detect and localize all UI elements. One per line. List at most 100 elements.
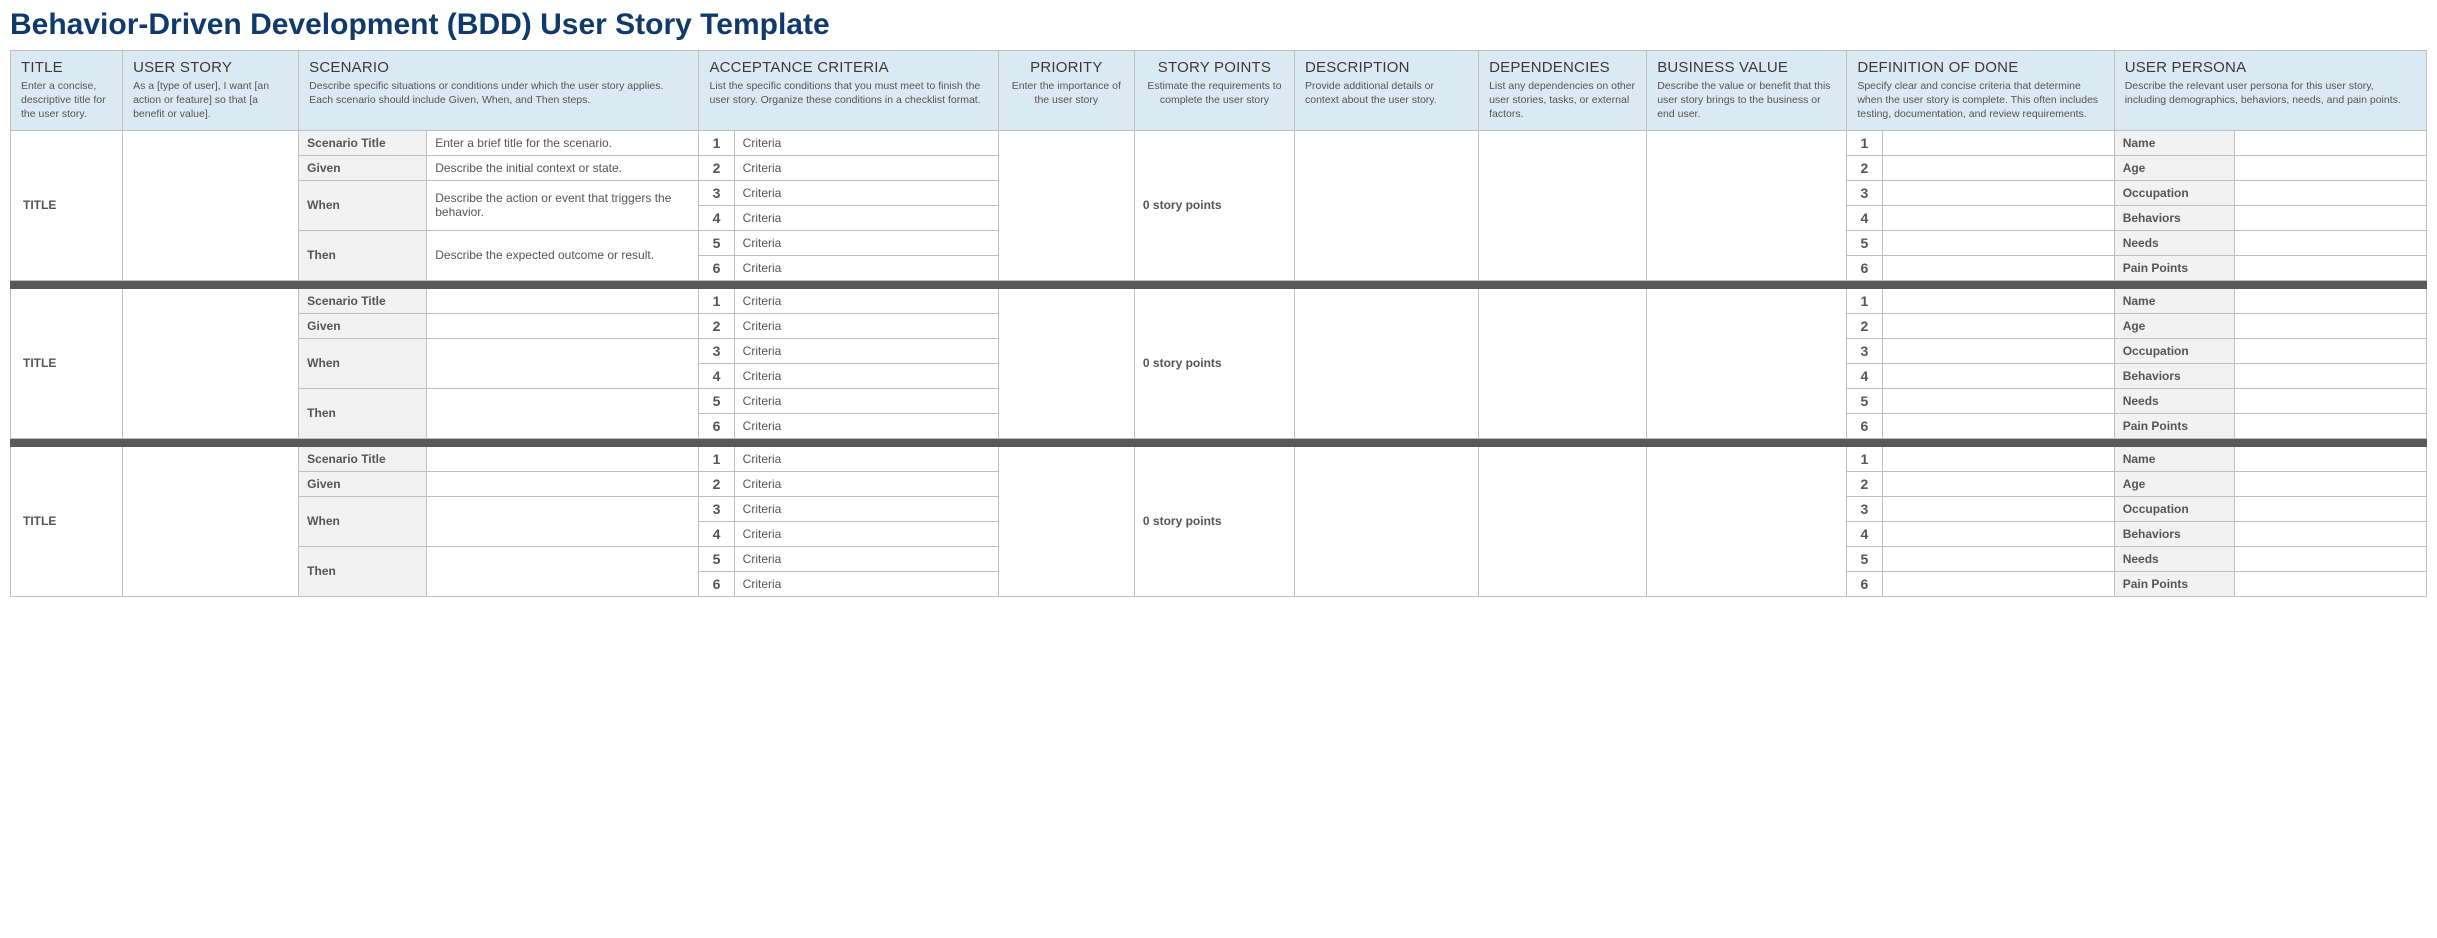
criteria-cell[interactable]: Criteria [734, 288, 998, 313]
dod-cell[interactable] [1882, 413, 2114, 438]
dod-cell[interactable] [1882, 521, 2114, 546]
persona-label: Age [2114, 155, 2234, 180]
criteria-cell[interactable]: Criteria [734, 313, 998, 338]
dependencies-cell[interactable] [1479, 446, 1647, 596]
criteria-cell[interactable]: Criteria [734, 546, 998, 571]
persona-value[interactable] [2234, 546, 2426, 571]
criteria-cell[interactable]: Criteria [734, 180, 998, 205]
persona-value[interactable] [2234, 521, 2426, 546]
criteria-cell[interactable]: Criteria [734, 446, 998, 471]
story-points-cell[interactable]: 0 story points [1134, 288, 1294, 438]
dod-cell[interactable] [1882, 230, 2114, 255]
criteria-cell[interactable]: Criteria [734, 338, 998, 363]
persona-value[interactable] [2234, 130, 2426, 155]
hdr-story-points: STORY POINTSEstimate the requirements to… [1134, 51, 1294, 131]
persona-label: Age [2114, 471, 2234, 496]
dod-cell[interactable] [1882, 180, 2114, 205]
criteria-number: 2 [699, 313, 734, 338]
criteria-cell[interactable]: Criteria [734, 230, 998, 255]
criteria-cell[interactable]: Criteria [734, 471, 998, 496]
priority-cell[interactable] [998, 130, 1134, 280]
user-story-cell[interactable] [123, 446, 299, 596]
scenario-desc[interactable]: Enter a brief title for the scenario. [427, 130, 699, 155]
persona-value[interactable] [2234, 205, 2426, 230]
persona-value[interactable] [2234, 338, 2426, 363]
business-value-cell[interactable] [1647, 130, 1847, 280]
dod-cell[interactable] [1882, 496, 2114, 521]
dod-cell[interactable] [1882, 130, 2114, 155]
criteria-cell[interactable]: Criteria [734, 571, 998, 596]
persona-value[interactable] [2234, 496, 2426, 521]
dod-cell[interactable] [1882, 446, 2114, 471]
criteria-cell[interactable]: Criteria [734, 413, 998, 438]
criteria-cell[interactable]: Criteria [734, 496, 998, 521]
dod-cell[interactable] [1882, 571, 2114, 596]
criteria-cell[interactable]: Criteria [734, 155, 998, 180]
scenario-desc[interactable]: Describe the initial context or state. [427, 155, 699, 180]
persona-value[interactable] [2234, 446, 2426, 471]
criteria-number: 4 [699, 205, 734, 230]
scenario-desc[interactable] [427, 288, 699, 313]
criteria-number: 3 [699, 496, 734, 521]
user-story-cell[interactable] [123, 288, 299, 438]
business-value-cell[interactable] [1647, 446, 1847, 596]
persona-value[interactable] [2234, 413, 2426, 438]
criteria-cell[interactable]: Criteria [734, 521, 998, 546]
persona-label: Behaviors [2114, 363, 2234, 388]
dependencies-cell[interactable] [1479, 288, 1647, 438]
description-cell[interactable] [1294, 288, 1478, 438]
hdr-business-value: BUSINESS VALUEDescribe the value or bene… [1647, 51, 1847, 131]
description-cell[interactable] [1294, 130, 1478, 280]
dod-number: 1 [1847, 288, 1882, 313]
persona-value[interactable] [2234, 571, 2426, 596]
persona-value[interactable] [2234, 288, 2426, 313]
persona-value[interactable] [2234, 180, 2426, 205]
dod-cell[interactable] [1882, 388, 2114, 413]
criteria-cell[interactable]: Criteria [734, 255, 998, 280]
persona-value[interactable] [2234, 313, 2426, 338]
persona-value[interactable] [2234, 230, 2426, 255]
dod-cell[interactable] [1882, 471, 2114, 496]
dod-cell[interactable] [1882, 288, 2114, 313]
persona-value[interactable] [2234, 388, 2426, 413]
dependencies-cell[interactable] [1479, 130, 1647, 280]
dod-cell[interactable] [1882, 313, 2114, 338]
dod-cell[interactable] [1882, 155, 2114, 180]
criteria-cell[interactable]: Criteria [734, 205, 998, 230]
hdr-dod: DEFINITION OF DONESpecify clear and conc… [1847, 51, 2114, 131]
dod-cell[interactable] [1882, 205, 2114, 230]
dod-cell[interactable] [1882, 546, 2114, 571]
criteria-cell[interactable]: Criteria [734, 388, 998, 413]
scenario-desc[interactable]: Describe the action or event that trigge… [427, 180, 699, 230]
scenario-desc[interactable] [427, 338, 699, 388]
persona-label: Occupation [2114, 338, 2234, 363]
scenario-desc[interactable] [427, 546, 699, 596]
criteria-number: 4 [699, 363, 734, 388]
criteria-cell[interactable]: Criteria [734, 130, 998, 155]
row-title[interactable]: TITLE [11, 446, 123, 596]
user-story-cell[interactable] [123, 130, 299, 280]
row-title[interactable]: TITLE [11, 130, 123, 280]
scenario-label: Given [299, 471, 427, 496]
dod-cell[interactable] [1882, 255, 2114, 280]
scenario-desc[interactable] [427, 496, 699, 546]
dod-cell[interactable] [1882, 338, 2114, 363]
scenario-desc[interactable]: Describe the expected outcome or result. [427, 230, 699, 280]
persona-value[interactable] [2234, 255, 2426, 280]
story-points-cell[interactable]: 0 story points [1134, 130, 1294, 280]
scenario-desc[interactable] [427, 388, 699, 438]
persona-value[interactable] [2234, 471, 2426, 496]
scenario-desc[interactable] [427, 446, 699, 471]
criteria-cell[interactable]: Criteria [734, 363, 998, 388]
row-title[interactable]: TITLE [11, 288, 123, 438]
dod-cell[interactable] [1882, 363, 2114, 388]
persona-value[interactable] [2234, 363, 2426, 388]
priority-cell[interactable] [998, 288, 1134, 438]
story-points-cell[interactable]: 0 story points [1134, 446, 1294, 596]
business-value-cell[interactable] [1647, 288, 1847, 438]
persona-value[interactable] [2234, 155, 2426, 180]
scenario-desc[interactable] [427, 471, 699, 496]
priority-cell[interactable] [998, 446, 1134, 596]
description-cell[interactable] [1294, 446, 1478, 596]
scenario-desc[interactable] [427, 313, 699, 338]
